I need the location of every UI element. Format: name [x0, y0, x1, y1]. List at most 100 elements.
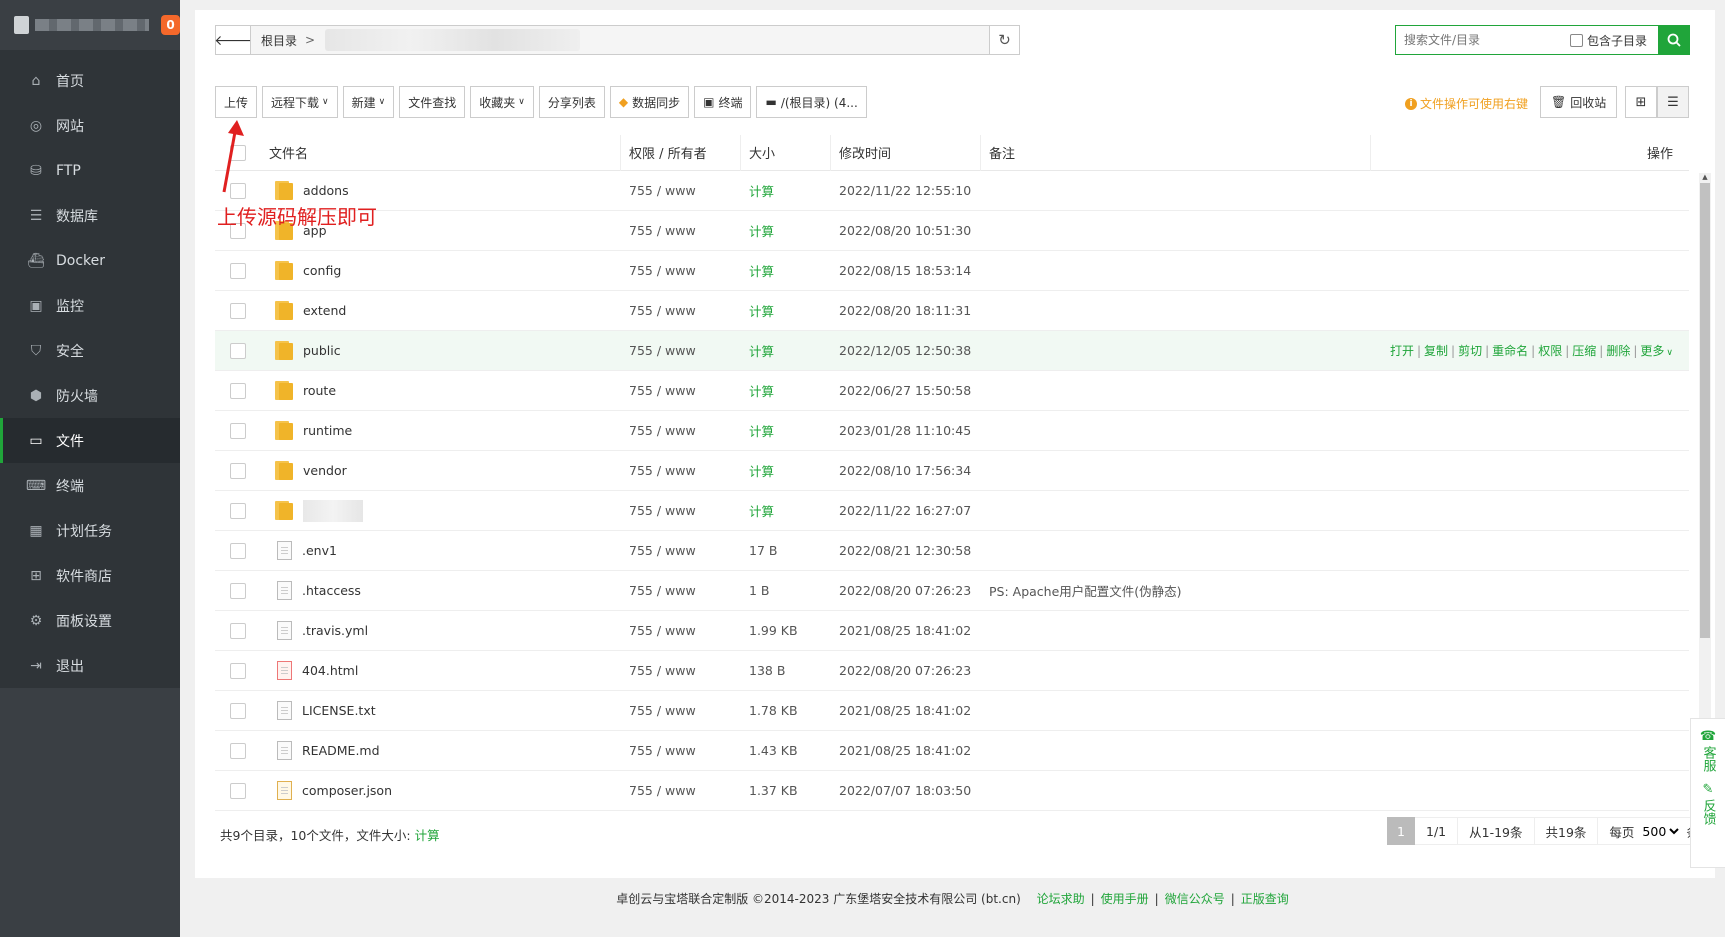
file-name-cell[interactable]: 404.html	[261, 661, 621, 680]
sidebar-item-13[interactable]: ⇥ 退出	[0, 643, 180, 688]
sidebar-item-10[interactable]: ▦ 计划任务	[0, 508, 180, 553]
row-checkbox[interactable]	[230, 662, 246, 679]
row-action-7[interactable]: 更多	[1640, 344, 1664, 358]
table-row[interactable]: .travis.yml 755 / www 1.99 KB 2021/08/25 18…	[215, 611, 1689, 651]
vertical-scrollbar[interactable]: ▲ ▼	[1699, 173, 1711, 811]
scroll-thumb[interactable]	[1700, 183, 1710, 638]
upload-button[interactable]: 上传	[215, 86, 258, 118]
file-permission[interactable]: 755 / www	[621, 263, 741, 278]
file-permission[interactable]: 755 / www	[621, 183, 741, 198]
disk-button[interactable]: ▬/(根目录) (4...	[756, 86, 867, 118]
table-row[interactable]: vendor 755 / www 计算 2022/08/10 17:56:34	[215, 451, 1689, 491]
sidebar-item-7[interactable]: ⬢ 防火墙	[0, 373, 180, 418]
header-name[interactable]: 文件名	[261, 134, 621, 171]
favorites-button[interactable]: 收藏夹 ∨	[470, 86, 534, 118]
per-page-select[interactable]: 500	[1638, 822, 1683, 840]
row-checkbox[interactable]	[230, 622, 246, 639]
calc-size-link[interactable]: 计算	[741, 261, 831, 280]
calc-size-link[interactable]: 计算	[741, 461, 831, 480]
calc-size-link[interactable]: 计算	[741, 381, 831, 400]
list-view-button[interactable]: ☰	[1657, 86, 1689, 118]
file-name[interactable]: extend	[303, 303, 346, 318]
row-checkbox[interactable]	[230, 502, 246, 519]
row-checkbox[interactable]	[230, 382, 246, 399]
table-row[interactable]: config 755 / www 计算 2022/08/15 18:53:14	[215, 251, 1689, 291]
data-sync-button[interactable]: ◆ 数据同步	[609, 86, 690, 118]
row-action-4[interactable]: 权限	[1538, 344, 1562, 358]
file-permission[interactable]: 755 / www	[621, 343, 741, 358]
footer-link-3[interactable]: 正版查询	[1241, 892, 1289, 906]
table-row[interactable]: 404.html 755 / www 138 B 2022/08/20 07:26:2…	[215, 651, 1689, 691]
scroll-up-icon[interactable]: ▲	[1699, 173, 1711, 183]
breadcrumb-root[interactable]: 根目录	[251, 32, 305, 49]
row-checkbox[interactable]	[230, 702, 246, 719]
calc-size-link[interactable]: 计算	[741, 181, 831, 200]
new-button[interactable]: 新建 ∨	[342, 86, 395, 118]
table-row[interactable]: route 755 / www 计算 2022/06/27 15:50:58	[215, 371, 1689, 411]
file-permission[interactable]: 755 / www	[621, 543, 741, 558]
file-name-cell[interactable]: runtime	[261, 421, 621, 440]
file-name[interactable]: .env1	[302, 543, 337, 558]
file-name[interactable]: config	[303, 263, 341, 278]
table-row[interactable]: app 755 / www 计算 2022/08/20 10:51:30	[215, 211, 1689, 251]
sidebar-item-2[interactable]: ⛁ FTP	[0, 148, 180, 193]
file-permission[interactable]: 755 / www	[621, 223, 741, 238]
row-checkbox[interactable]	[230, 582, 246, 599]
file-name-cell[interactable]: public	[261, 341, 621, 360]
breadcrumb-path-blurred[interactable]	[325, 29, 581, 51]
search-input[interactable]	[1396, 27, 1566, 53]
row-action-3[interactable]: 重命名	[1492, 344, 1528, 358]
file-name-cell[interactable]: LICENSE.txt	[261, 701, 621, 720]
calc-size-link[interactable]: 计算	[741, 221, 831, 240]
refresh-button[interactable]: ↻	[989, 26, 1019, 54]
row-action-0[interactable]: 打开	[1390, 344, 1414, 358]
page-current[interactable]: 1	[1387, 817, 1415, 845]
file-name-cell[interactable]: vendor	[261, 461, 621, 480]
file-name-cell[interactable]	[261, 499, 621, 522]
header-time[interactable]: 修改时间	[831, 134, 981, 171]
file-name-cell[interactable]: composer.json	[261, 781, 621, 800]
sidebar-item-1[interactable]: ◎ 网站	[0, 103, 180, 148]
row-checkbox[interactable]	[230, 302, 246, 319]
file-search-button[interactable]: 文件查找	[399, 86, 466, 118]
sidebar-item-5[interactable]: ▣ 监控	[0, 283, 180, 328]
table-row[interactable]: .env1 755 / www 17 B 2022/08/21 12:30:58	[215, 531, 1689, 571]
row-action-5[interactable]: 压缩	[1572, 344, 1596, 358]
sidebar-item-6[interactable]: ⛉ 安全	[0, 328, 180, 373]
share-list-button[interactable]: 分享列表	[538, 86, 605, 118]
calc-size-link[interactable]: 计算	[741, 301, 831, 320]
file-name-cell[interactable]: .env1	[261, 541, 621, 560]
file-name-cell[interactable]: addons	[261, 181, 621, 200]
notification-badge[interactable]: 0	[161, 15, 180, 35]
file-permission[interactable]: 755 / www	[621, 703, 741, 718]
file-name[interactable]: public	[303, 343, 341, 358]
row-action-6[interactable]: 删除	[1606, 344, 1630, 358]
file-name-cell[interactable]: route	[261, 381, 621, 400]
recycle-bin-button[interactable]: 🗑 回收站	[1540, 86, 1618, 118]
row-checkbox[interactable]	[230, 462, 246, 479]
footer-link-0[interactable]: 论坛求助	[1037, 892, 1085, 906]
sidebar-item-4[interactable]: ⛴ Docker	[0, 238, 180, 283]
file-name-cell[interactable]: extend	[261, 301, 621, 320]
table-row[interactable]: .htaccess 755 / www 1 B 2022/08/20 07:26:23…	[215, 571, 1689, 611]
sidebar-item-3[interactable]: ☰ 数据库	[0, 193, 180, 238]
file-name[interactable]: route	[303, 383, 336, 398]
file-name-cell[interactable]: .travis.yml	[261, 621, 621, 640]
file-name[interactable]: addons	[303, 183, 349, 198]
file-permission[interactable]: 755 / www	[621, 383, 741, 398]
file-name[interactable]: README.md	[302, 743, 380, 758]
footer-link-2[interactable]: 微信公众号	[1165, 892, 1225, 906]
file-permission[interactable]: 755 / www	[621, 303, 741, 318]
calc-size-link[interactable]: 计算	[741, 421, 831, 440]
header-perm[interactable]: 权限 / 所有者	[621, 134, 741, 171]
file-name-cell[interactable]: .htaccess	[261, 581, 621, 600]
table-row[interactable]: addons 755 / www 计算 2022/11/22 12:55:10	[215, 171, 1689, 211]
back-button[interactable]: 🡐	[214, 26, 252, 54]
table-row[interactable]: README.md 755 / www 1.43 KB 2021/08/25 18:4…	[215, 731, 1689, 771]
row-checkbox[interactable]	[230, 782, 246, 799]
file-permission[interactable]: 755 / www	[621, 583, 741, 598]
file-permission[interactable]: 755 / www	[621, 623, 741, 638]
row-checkbox[interactable]	[230, 262, 246, 279]
row-action-2[interactable]: 剪切	[1458, 344, 1482, 358]
remote-download-button[interactable]: 远程下载 ∨	[262, 86, 338, 118]
